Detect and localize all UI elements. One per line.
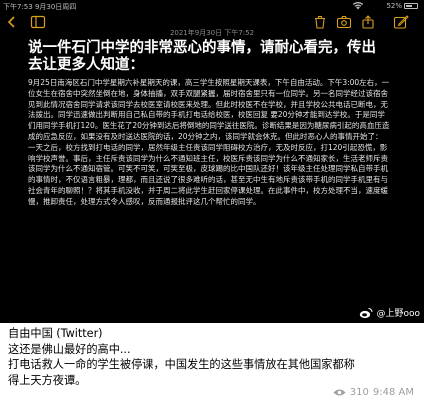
tweet-meta: 310 9:48 AM — [333, 387, 414, 398]
camera-icon[interactable] — [336, 14, 352, 29]
sidebar-icon[interactable] — [30, 14, 46, 29]
weibo-username: @上野ooo — [376, 309, 420, 319]
battery-percent: 52% — [386, 2, 402, 10]
weibo-logo-icon — [360, 307, 373, 318]
trash-icon[interactable] — [312, 14, 328, 29]
notes-screenshot: 下午7:53 9月30日周四 52% 2021年9月30日 下午7:52 说一件… — [0, 0, 424, 323]
wifi-icon — [352, 2, 364, 10]
tweet-line: 得上天方夜谭。 — [8, 373, 87, 387]
tweet-line: 打电话救人一命的学生被停课，中国发生的这些事情放在其他国家都称 — [8, 358, 355, 371]
note-title[interactable]: 说一件石门中学的非常恶心的事情，请耐心看完，传出去让更多人知道： — [28, 40, 390, 74]
status-time: 下午7:53 9月30日周四 — [3, 3, 77, 11]
tweet-caption: 自由中国 (Twitter) 这还是佛山最好的高中... 打电话救人一命的学生被… — [8, 326, 418, 388]
eye-icon — [333, 389, 346, 396]
tweet-source[interactable]: 自由中国 (Twitter) — [8, 326, 418, 342]
share-icon[interactable] — [360, 14, 376, 29]
battery-icon — [404, 3, 418, 9]
view-count: 310 — [349, 387, 369, 398]
status-bar: 下午7:53 9月30日周四 52% — [0, 0, 424, 12]
tweet-line: 这还是佛山最好的高中... — [8, 342, 131, 356]
chevron-left-icon[interactable] — [4, 14, 20, 28]
note-body[interactable]: 9月25日南海区石门中学星期六补星期天的课，高三学生按照星期天课表，下午自由活动… — [28, 78, 390, 264]
weibo-watermark: @上野ooo — [359, 306, 420, 319]
compose-icon[interactable] — [393, 14, 409, 29]
tweet-time: 9:48 AM — [372, 387, 414, 398]
note-date: 2021年9月30日 下午7:52 — [169, 29, 255, 37]
